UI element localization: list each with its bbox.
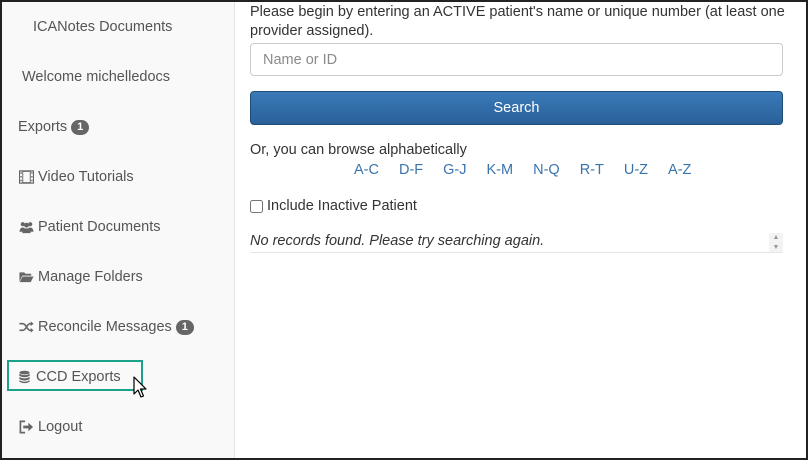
reconcile-count-badge: 1 <box>175 319 194 335</box>
folder-open-icon <box>18 269 34 285</box>
sidebar-item-reconcile-messages[interactable]: Reconcile Messages 1 <box>18 312 194 342</box>
no-records-message: No records found. Please try searching a… <box>250 233 545 249</box>
search-button[interactable]: Search <box>250 91 783 125</box>
sidebar-item-patient-documents[interactable]: Patient Documents <box>18 212 161 242</box>
include-inactive-checkbox[interactable] <box>250 199 263 213</box>
sidebar-item-exports[interactable]: Exports 1 <box>18 112 90 142</box>
results-area: No records found. Please try searching a… <box>250 233 783 253</box>
sidebar-item-label: Video Tutorials <box>38 169 134 185</box>
browse-label: Or, you can browse alphabetically <box>250 142 467 158</box>
results-scrollbar[interactable]: ▲ ▼ <box>769 233 783 252</box>
include-inactive-option[interactable]: Include Inactive Patient <box>250 198 417 214</box>
sidebar-item-welcome[interactable]: Welcome michelledocs <box>22 62 170 92</box>
users-icon <box>18 219 34 235</box>
sidebar-item-logout[interactable]: Logout <box>18 412 82 442</box>
alpha-link-u-z[interactable]: U-Z <box>624 162 648 178</box>
sidebar-item-manage-folders[interactable]: Manage Folders <box>18 262 143 292</box>
random-icon <box>18 319 34 335</box>
sidebar-item-label: Logout <box>38 419 83 435</box>
sidebar-item-label: Manage Folders <box>38 269 143 285</box>
alpha-link-a-z[interactable]: A-Z <box>668 162 691 178</box>
sidebar-item-label: Exports <box>18 119 68 135</box>
scroll-down-arrow-icon[interactable]: ▼ <box>773 243 780 252</box>
alpha-link-g-j[interactable]: G-J <box>443 162 466 178</box>
include-inactive-label: Include Inactive Patient <box>267 198 417 214</box>
film-icon <box>18 169 34 185</box>
alpha-link-r-t[interactable]: R-T <box>580 162 604 178</box>
search-instructions: Please begin by entering an ACTIVE patie… <box>250 4 785 39</box>
sidebar-item-label: Patient Documents <box>38 219 161 235</box>
ccd-exports-highlight <box>7 360 143 391</box>
sidebar-item-label: ICANotes Documents <box>33 19 173 35</box>
sidebar-item-icanotes-documents[interactable]: ICANotes Documents <box>33 12 172 42</box>
sidebar-item-label: Welcome michelledocs <box>22 69 171 85</box>
sidebar-item-label: Reconcile Messages <box>38 319 172 335</box>
sidebar-item-video-tutorials[interactable]: Video Tutorials <box>18 162 134 192</box>
mouse-pointer-icon <box>133 376 147 398</box>
alphabet-browse-links: A-C D-F G-J K-M N-Q R-T U-Z A-Z <box>354 162 711 178</box>
sign-out-icon <box>18 419 34 435</box>
alpha-link-d-f[interactable]: D-F <box>399 162 423 178</box>
patient-search-input[interactable] <box>250 43 783 76</box>
alpha-link-k-m[interactable]: K-M <box>487 162 514 178</box>
exports-count-badge: 1 <box>71 119 90 135</box>
scroll-up-arrow-icon[interactable]: ▲ <box>773 233 780 242</box>
alpha-link-n-q[interactable]: N-Q <box>533 162 560 178</box>
alpha-link-a-c[interactable]: A-C <box>354 162 379 178</box>
